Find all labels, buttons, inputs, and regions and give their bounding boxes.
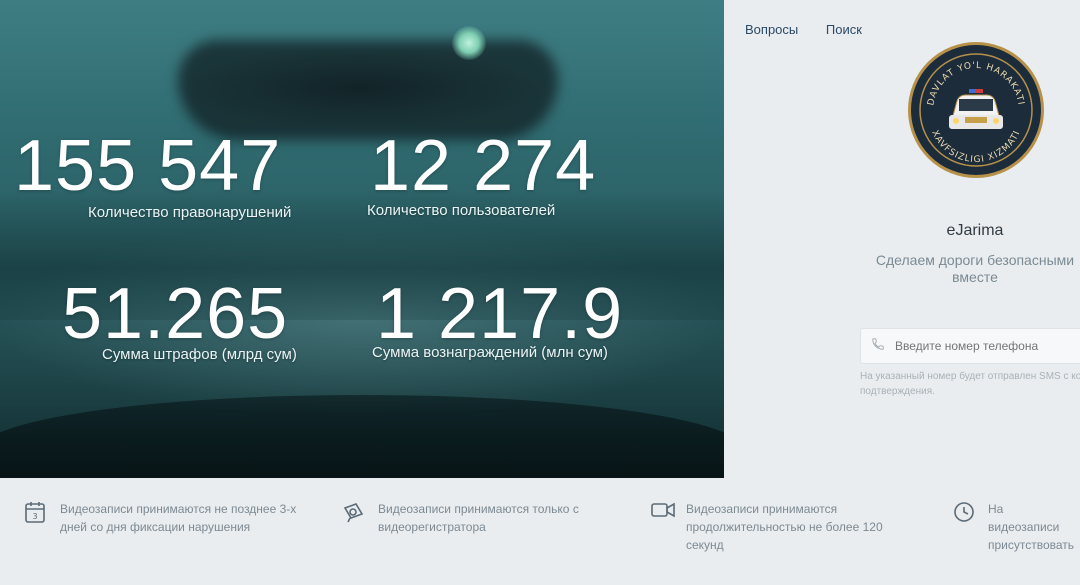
svg-text:XAVFSIZLIGI XIZMATI: XAVFSIZLIGI XIZMATI bbox=[929, 129, 1022, 165]
tagline: Сделаем дороги безопасными вместе bbox=[875, 252, 1075, 285]
calendar-icon: 3 bbox=[24, 500, 50, 526]
video-camera-icon bbox=[650, 500, 676, 526]
info-text: Видеозаписи принимаются не позднее 3-х д… bbox=[60, 502, 297, 534]
svg-text:3: 3 bbox=[32, 512, 37, 521]
phone-input[interactable] bbox=[893, 338, 1080, 354]
info-item: Видеозаписи принимаются только с видеоре… bbox=[342, 500, 612, 536]
nav-search-link[interactable]: Поиск bbox=[826, 22, 862, 37]
info-text: Видеозаписи принимаются только с видеоре… bbox=[378, 502, 579, 534]
info-item: На видеозаписи присутствовать bbox=[952, 500, 1077, 554]
phone-note: На указанный номер будет отправлен SMS с… bbox=[860, 371, 1080, 397]
phone-field[interactable] bbox=[860, 328, 1080, 364]
info-item: 3 Видеозаписи принимаются не позднее 3-х… bbox=[24, 500, 324, 536]
nav-questions-link[interactable]: Вопросы bbox=[745, 22, 798, 37]
info-text: Видеозаписи принимаются продолжительност… bbox=[686, 502, 883, 552]
rearview-mirror-image bbox=[178, 40, 558, 140]
dashcam-icon bbox=[342, 500, 368, 526]
stat-fines-label: Сумма штрафов (млрд сум) bbox=[102, 346, 297, 363]
stat-users-value: 12 274 bbox=[370, 126, 597, 206]
clock-icon bbox=[952, 500, 978, 526]
info-item: Видеозаписи принимаются продолжительност… bbox=[650, 500, 920, 554]
stat-rewards-value: 1 217.9 bbox=[376, 274, 624, 354]
info-text: На видеозаписи присутствовать bbox=[988, 502, 1075, 552]
stat-violations-label: Количество правонарушений bbox=[88, 204, 292, 221]
stat-violations-value: 155 547 bbox=[14, 126, 282, 206]
stat-rewards-label: Сумма вознаграждений (млн сум) bbox=[372, 344, 608, 361]
hero-banner: 155 547 Количество правонарушений 12 274… bbox=[0, 0, 724, 478]
dashboard-image bbox=[0, 395, 724, 478]
stat-fines-value: 51.265 bbox=[62, 274, 289, 354]
phone-icon bbox=[871, 337, 885, 356]
stat-users-label: Количество пользователей bbox=[367, 202, 556, 219]
brand-name: eJarima bbox=[946, 222, 1004, 239]
light-glow-image bbox=[452, 26, 486, 60]
top-nav: Вопросы Поиск bbox=[745, 22, 886, 37]
traffic-safety-emblem-logo: DAVLAT YO'L HARAKATI XAVFSIZLIGI XIZMATI bbox=[908, 42, 1044, 178]
